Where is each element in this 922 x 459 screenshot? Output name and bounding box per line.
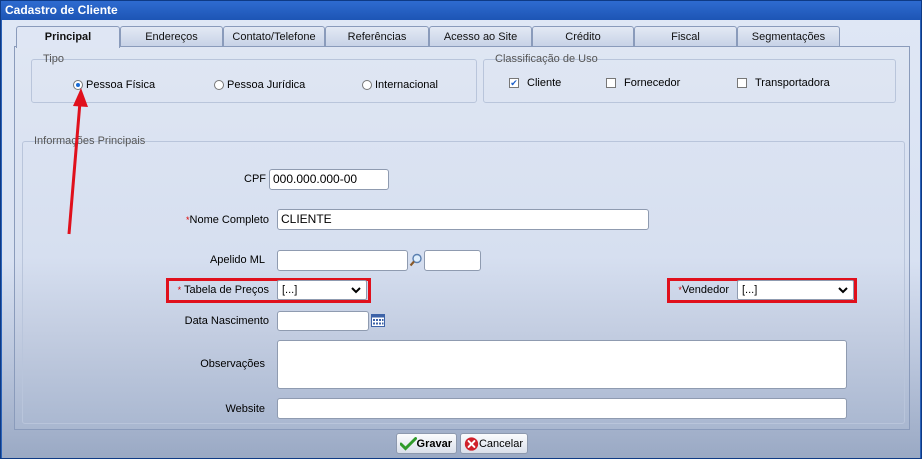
- tab-principal[interactable]: Principal: [16, 26, 120, 48]
- window: Cadastro de Cliente Principal Endereços …: [0, 0, 922, 459]
- annotation-arrow: [67, 88, 88, 235]
- window-title: Cadastro de Cliente: [1, 1, 921, 20]
- window-client: Principal Endereços Contato/Telefone Ref…: [2, 20, 920, 458]
